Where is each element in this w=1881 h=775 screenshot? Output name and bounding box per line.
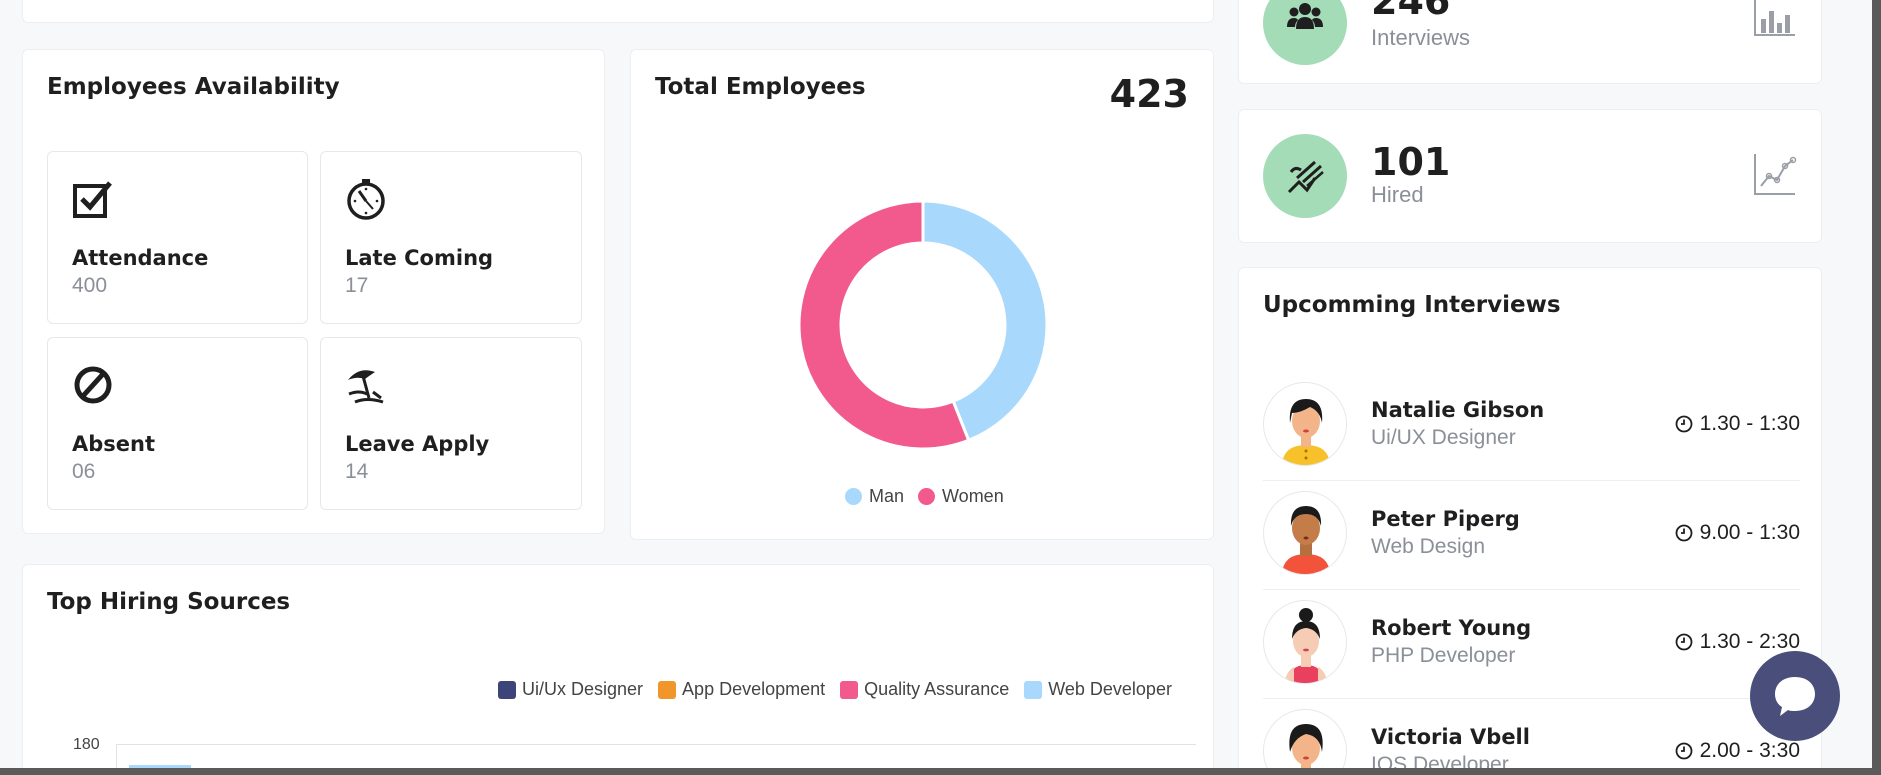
absent-box[interactable]: Absent 06 [47, 337, 308, 510]
gender-legend: Man Women [845, 486, 1018, 507]
interview-role: Web Design [1371, 535, 1486, 558]
checkbox-icon [73, 181, 112, 218]
line-chart-icon [1754, 154, 1797, 195]
interview-time: 9.00 - 1:30 [1675, 521, 1800, 545]
absent-label: Absent [72, 432, 156, 456]
late-coming-label: Late Coming [345, 246, 494, 270]
chat-button[interactable] [1750, 651, 1840, 741]
avatar [1263, 491, 1347, 575]
chat-bubble-icon [1775, 677, 1815, 716]
clock-icon [1675, 524, 1692, 542]
interview-role: Ui/UX Designer [1371, 426, 1516, 449]
gender-donut-chart [798, 200, 1048, 450]
interview-time-text: 1.30 - 1:30 [1699, 412, 1800, 435]
top-hiring-sources-title: Top Hiring Sources [47, 589, 291, 615]
legend-item-women[interactable]: Women [918, 486, 1004, 507]
attendance-label: Attendance [72, 246, 209, 270]
legend-label-man: Man [869, 486, 905, 506]
attendance-box[interactable]: Attendance 400 [47, 151, 308, 324]
interview-name: Natalie Gibson [1371, 398, 1545, 422]
legend-item-quality-assurance[interactable]: Quality Assurance [840, 679, 1009, 700]
legend-swatch-web-developer [1024, 680, 1043, 699]
interview-time: 2.00 - 3:30 [1675, 739, 1800, 763]
total-employees-title: Total Employees [655, 74, 866, 100]
upcoming-interviews-title: Upcomming Interviews [1263, 292, 1561, 318]
upcoming-interviews-card: Upcomming Interviews Natalie Gibson Ui/U… [1238, 267, 1822, 775]
avatar-natalie-icon [1282, 399, 1330, 465]
interview-row[interactable]: Robert Young PHP Developer 1.30 - 2:30 [1263, 590, 1800, 699]
legend-label-quality-assurance: Quality Assurance [864, 679, 1010, 699]
clock-icon [1675, 742, 1692, 760]
availability-title: Employees Availability [47, 74, 340, 100]
prohibited-icon [74, 366, 112, 404]
avatar-victoria-icon [1289, 724, 1323, 775]
avatar-robert-icon [1284, 608, 1328, 683]
employees-availability-card: Employees Availability Attendance 400 La… [22, 49, 605, 534]
beach-umbrella-icon [348, 370, 384, 404]
y-axis-tick-180: 180 [73, 736, 100, 753]
interviews-label: Interviews [1371, 25, 1471, 50]
chart-gridline [116, 744, 1196, 745]
legend-label-web-developer: Web Developer [1048, 679, 1172, 699]
interview-time: 1.30 - 2:30 [1675, 630, 1800, 654]
interview-row[interactable]: Victoria Vbell IOS Developer 2.00 - 3:30 [1263, 699, 1800, 775]
top-partial-card [22, 0, 1214, 23]
total-employees-count: 423 [1109, 72, 1189, 116]
legend-swatch-app-development [658, 680, 677, 699]
absent-value: 06 [72, 460, 96, 483]
sources-legend: Ui/Ux Designer App Development Quality A… [498, 679, 1172, 700]
legend-swatch-quality-assurance [840, 680, 859, 699]
interview-time: 1.30 - 1:30 [1675, 412, 1800, 436]
legend-item-web-developer[interactable]: Web Developer [1024, 679, 1172, 700]
people-icon [1287, 3, 1323, 29]
legend-dot-women [918, 488, 936, 505]
avatar-peter-icon [1282, 506, 1330, 574]
avatar [1263, 709, 1347, 775]
window-bottom-edge [0, 768, 1881, 775]
legend-item-uiux[interactable]: Ui/Ux Designer [498, 679, 643, 700]
legend-dot-man [845, 488, 862, 505]
interview-name: Robert Young [1371, 616, 1532, 640]
interviews-stat-card: 246 Interviews [1238, 0, 1822, 84]
interview-role: PHP Developer [1371, 644, 1516, 667]
clock-icon [1675, 415, 1692, 433]
legend-label-women: Women [942, 486, 1004, 506]
legend-label-app-development: App Development [682, 679, 826, 699]
interview-time-text: 2.00 - 3:30 [1699, 739, 1800, 762]
interview-time-text: 9.00 - 1:30 [1699, 521, 1800, 544]
stopwatch-icon [347, 179, 385, 220]
hired-count: 101 [1371, 140, 1451, 184]
interview-row[interactable]: Natalie Gibson Ui/UX Designer 1.30 - 1:3… [1263, 372, 1800, 481]
bar-chart-icon [1754, 0, 1795, 36]
avatar [1263, 600, 1347, 684]
handshake-icon [1287, 160, 1324, 194]
interviews-count: 246 [1371, 0, 1451, 23]
top-hiring-sources-card: Top Hiring Sources Ui/Ux Designer App De… [22, 564, 1214, 775]
clock-icon [1675, 633, 1692, 651]
total-employees-card: Total Employees 423 Man Women [630, 49, 1214, 540]
late-coming-box[interactable]: Late Coming 17 [320, 151, 582, 324]
leave-apply-box[interactable]: Leave Apply 14 [320, 337, 582, 510]
legend-item-man[interactable]: Man [845, 486, 904, 507]
interview-time-text: 1.30 - 2:30 [1699, 630, 1800, 653]
interview-name: Peter Piperg [1371, 507, 1520, 531]
late-coming-value: 17 [345, 274, 369, 297]
attendance-value: 400 [72, 274, 108, 297]
leave-apply-label: Leave Apply [345, 432, 490, 456]
legend-item-app-development[interactable]: App Development [658, 679, 825, 700]
interviews-icon-circle [1263, 0, 1347, 65]
legend-swatch-uiux [498, 680, 516, 699]
interview-name: Victoria Vbell [1371, 725, 1530, 749]
leave-apply-value: 14 [345, 460, 369, 483]
avatar [1263, 382, 1347, 466]
hired-icon-circle [1263, 134, 1347, 218]
legend-label-uiux: Ui/Ux Designer [522, 679, 644, 699]
hired-label: Hired [1371, 182, 1424, 207]
window-right-edge [1872, 0, 1881, 775]
hired-stat-card: 101 Hired [1238, 109, 1822, 243]
interview-row[interactable]: Peter Piperg Web Design 9.00 - 1:30 [1263, 481, 1800, 590]
